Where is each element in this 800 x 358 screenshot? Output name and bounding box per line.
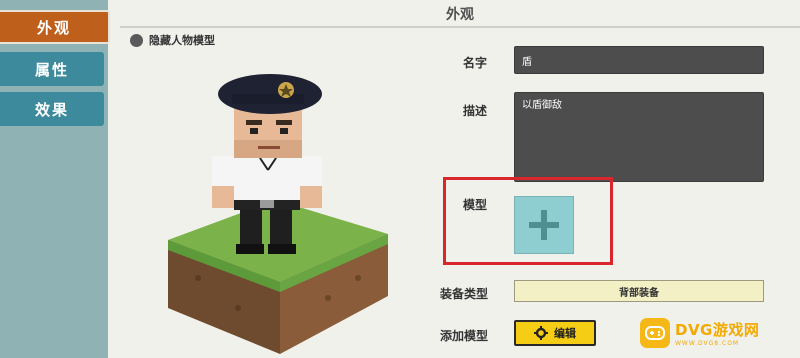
header-bar: 外观 xyxy=(120,0,800,28)
equip-type-select[interactable]: 背部装备 xyxy=(514,280,764,302)
add-model-button[interactable] xyxy=(514,196,574,254)
equip-type-label: 装备类型 xyxy=(440,287,489,301)
sidebar: 外观 属性 效果 xyxy=(0,0,110,358)
hide-model-label: 隐藏人物模型 xyxy=(149,34,215,47)
tab-attributes[interactable]: 属性 xyxy=(0,52,104,86)
plus-icon xyxy=(529,210,559,240)
gamepad-icon xyxy=(640,318,670,348)
gear-icon xyxy=(534,326,548,340)
description-value: 以盾御敌 xyxy=(522,100,562,111)
tab-effects[interactable]: 效果 xyxy=(0,92,104,126)
tab-attributes-label: 属性 xyxy=(34,60,69,79)
name-value: 盾 xyxy=(522,57,532,68)
tab-effects-label: 效果 xyxy=(34,100,69,119)
equip-type-value: 背部装备 xyxy=(619,287,659,299)
description-label: 描述 xyxy=(463,104,488,118)
name-label: 名字 xyxy=(463,56,488,70)
tab-appearance-label: 外观 xyxy=(36,18,71,37)
page-title: 外观 xyxy=(446,7,474,23)
radio-dot-icon[interactable] xyxy=(130,33,143,47)
tab-appearance[interactable]: 外观 xyxy=(0,10,110,44)
add-model-label: 添加模型 xyxy=(440,329,489,343)
watermark: DVG游戏网 WWW.DVG8.COM xyxy=(640,314,794,352)
watermark-title: DVG游戏网 xyxy=(675,321,760,339)
edit-button[interactable]: 编辑 xyxy=(514,320,596,346)
character-preview xyxy=(168,74,388,354)
model-label: 模型 xyxy=(463,198,488,212)
name-field[interactable]: 盾 xyxy=(514,46,764,74)
edit-label: 编辑 xyxy=(554,327,576,340)
hide-model-toggle[interactable]: 隐藏人物模型 xyxy=(130,32,215,48)
watermark-url: WWW.DVG8.COM xyxy=(675,340,740,347)
description-field[interactable]: 以盾御敌 xyxy=(514,92,764,182)
